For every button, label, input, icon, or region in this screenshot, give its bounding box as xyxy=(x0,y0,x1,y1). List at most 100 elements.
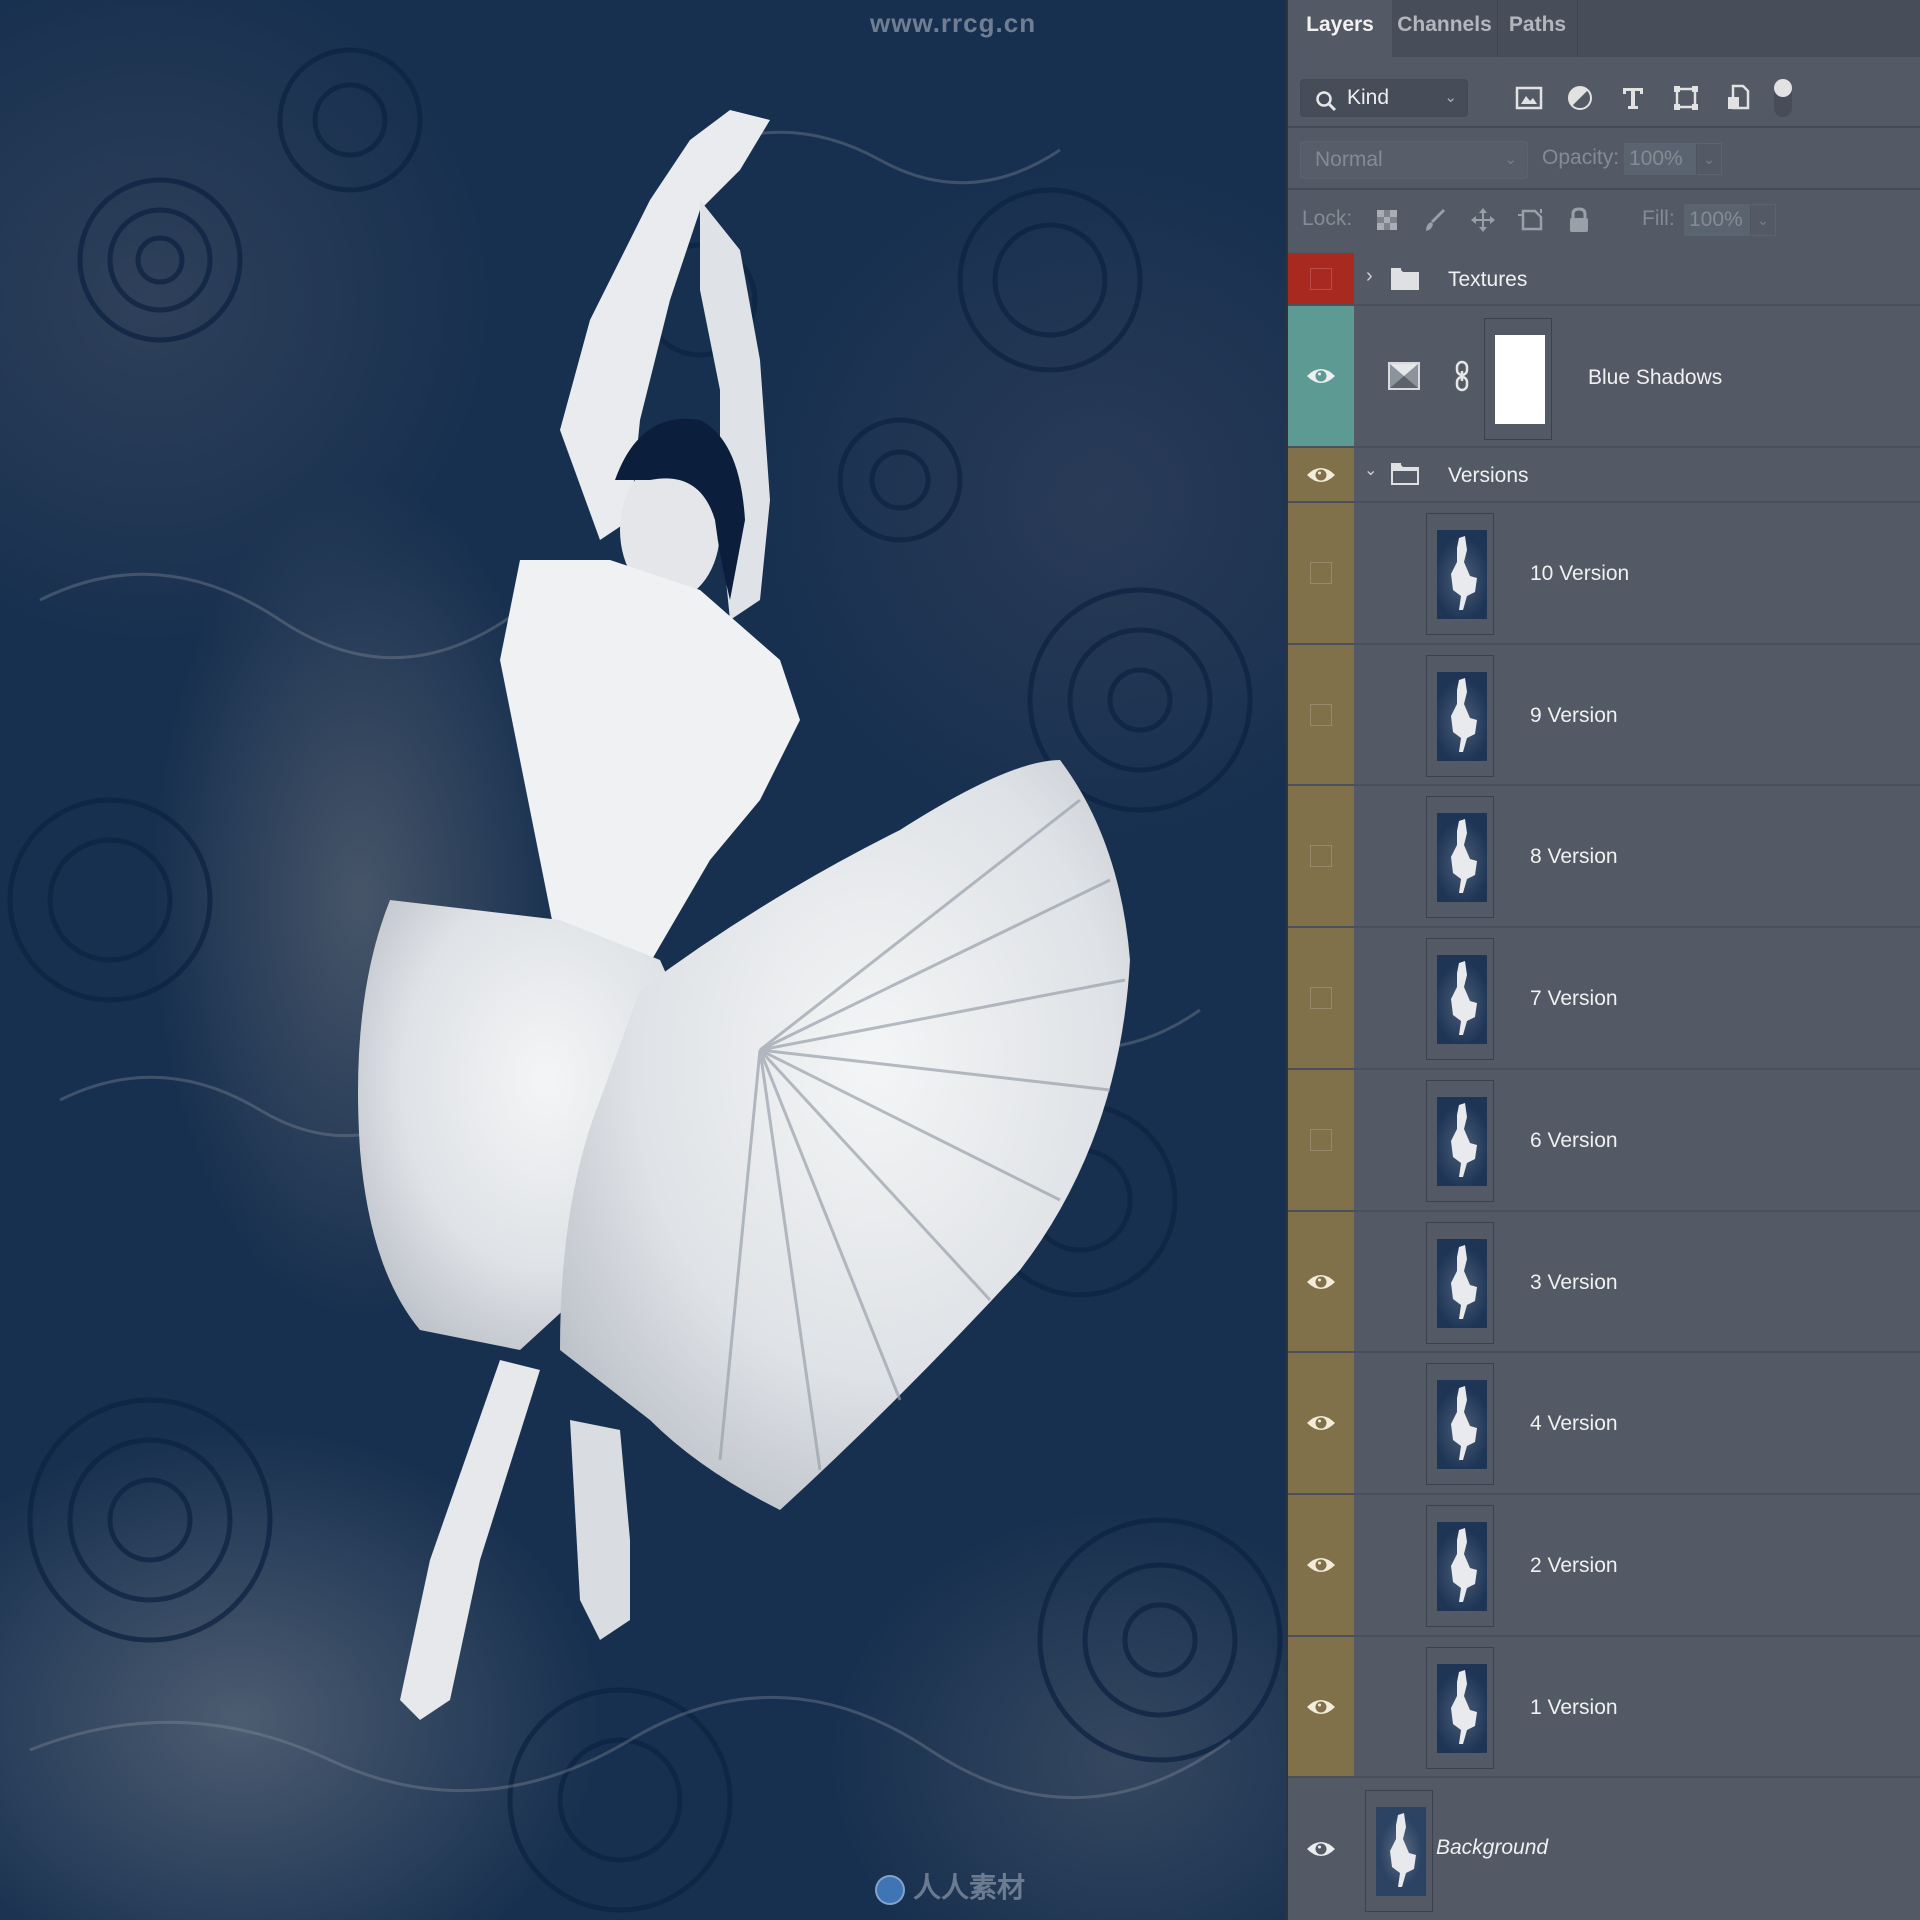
opacity-label: Opacity: xyxy=(1542,146,1620,169)
tab-layers[interactable]: Layers xyxy=(1288,0,1392,57)
layer-name: 9 Version xyxy=(1530,704,1618,727)
thumbnail-image xyxy=(1437,955,1487,1044)
layer-name: 8 Version xyxy=(1530,845,1618,868)
lock-transparent-icon[interactable] xyxy=(1372,205,1402,235)
thumbnail-image xyxy=(1437,1664,1487,1753)
eye-icon xyxy=(1307,1699,1335,1714)
folder-open-icon xyxy=(1390,462,1420,491)
chevron-down-icon: ⌄ xyxy=(1444,89,1457,106)
visibility-toggle[interactable] xyxy=(1288,1070,1354,1210)
watermark-logo: 人人素材 xyxy=(875,1866,1025,1906)
layer-name: 10 Version xyxy=(1530,562,1630,585)
visibility-off-box xyxy=(1310,562,1332,584)
layer-row-version[interactable]: 1 Version xyxy=(1288,1637,1920,1778)
fill-dropdown-button[interactable]: ⌄ xyxy=(1750,204,1776,236)
document-canvas[interactable]: www.rrcg.cn 人人素材 xyxy=(0,0,1286,1920)
layer-name: 2 Version xyxy=(1530,1554,1618,1577)
visibility-toggle[interactable] xyxy=(1288,645,1354,784)
layer-row-blue-shadows[interactable]: Blue Shadows xyxy=(1288,306,1920,448)
visibility-toggle[interactable] xyxy=(1288,1637,1354,1776)
visibility-off-box xyxy=(1310,845,1332,867)
visibility-toggle[interactable] xyxy=(1288,306,1354,446)
thumbnail-image xyxy=(1437,1522,1487,1611)
layer-row-version[interactable]: 4 Version xyxy=(1288,1353,1920,1495)
thumbnail-image xyxy=(1437,1097,1487,1186)
layer-thumbnail xyxy=(1426,796,1494,918)
fill-label: Fill: xyxy=(1642,207,1675,230)
tab-paths[interactable]: Paths xyxy=(1498,0,1578,57)
layer-row-version[interactable]: 8 Version xyxy=(1288,786,1920,928)
visibility-off-box xyxy=(1310,987,1332,1009)
layer-name: 7 Version xyxy=(1530,987,1618,1010)
thumbnail-image xyxy=(1437,813,1487,902)
layer-name: Blue Shadows xyxy=(1588,366,1723,389)
chevron-right-icon[interactable]: › xyxy=(1366,265,1373,288)
lock-position-icon[interactable] xyxy=(1468,205,1498,235)
visibility-toggle[interactable] xyxy=(1288,786,1354,926)
eye-icon xyxy=(1307,369,1335,383)
layers-panel: Layers Channels Paths Kind ⌄ Normal ⌄ Op… xyxy=(1286,0,1920,1920)
layer-row-version[interactable]: 6 Version xyxy=(1288,1070,1920,1212)
layer-name: Textures xyxy=(1448,268,1528,291)
layer-thumbnail xyxy=(1365,1790,1433,1912)
pixel-layer-filter-icon[interactable] xyxy=(1513,82,1545,114)
visibility-off-box xyxy=(1310,703,1332,726)
blend-mode-value: Normal xyxy=(1315,148,1383,171)
watermark-text: 人人素材 xyxy=(913,1872,1026,1903)
layer-row-background[interactable]: Background xyxy=(1288,1778,1920,1920)
layer-row-versions[interactable]: ⌄ Versions xyxy=(1288,448,1920,503)
adjustment-layer-icon xyxy=(1388,362,1420,395)
adjustment-layer-filter-icon[interactable] xyxy=(1564,82,1596,114)
visibility-toggle[interactable] xyxy=(1288,928,1354,1068)
layer-name: 1 Version xyxy=(1530,1696,1618,1719)
layer-thumbnail xyxy=(1426,513,1494,635)
filter-toggle-switch[interactable] xyxy=(1774,79,1792,117)
type-layer-filter-icon[interactable] xyxy=(1617,82,1649,114)
toggle-knob xyxy=(1774,79,1792,97)
eye-icon xyxy=(1307,1842,1335,1856)
fill-input[interactable]: 100% xyxy=(1684,204,1750,236)
visibility-toggle[interactable] xyxy=(1288,253,1354,304)
layer-row-version[interactable]: 9 Version xyxy=(1288,645,1920,786)
lock-all-icon[interactable] xyxy=(1564,205,1594,235)
layer-row-version[interactable]: 2 Version xyxy=(1288,1495,1920,1637)
watermark-url: www.rrcg.cn xyxy=(870,8,1037,38)
layer-thumbnail xyxy=(1426,1647,1494,1769)
layer-row-version[interactable]: 10 Version xyxy=(1288,503,1920,645)
filter-kind-label: Kind xyxy=(1347,86,1390,109)
visibility-toggle[interactable] xyxy=(1288,1353,1354,1493)
link-icon[interactable] xyxy=(1454,360,1470,397)
visibility-toggle[interactable] xyxy=(1288,503,1354,643)
chevron-down-icon[interactable]: ⌄ xyxy=(1364,460,1377,480)
thumbnail-image xyxy=(1437,1239,1487,1328)
chevron-down-icon: ⌄ xyxy=(1504,151,1517,168)
layer-mask-thumbnail[interactable] xyxy=(1484,318,1552,440)
visibility-toggle[interactable] xyxy=(1288,1495,1354,1635)
layer-name: 3 Version xyxy=(1530,1271,1618,1294)
eye-icon xyxy=(1307,1558,1335,1572)
shape-layer-filter-icon[interactable] xyxy=(1670,82,1702,114)
layer-row-version[interactable]: 3 Version xyxy=(1288,1212,1920,1353)
lock-image-pixels-icon[interactable] xyxy=(1420,205,1450,235)
watermark-logo-icon xyxy=(875,1874,905,1905)
divider xyxy=(1288,126,1920,128)
layer-thumbnail xyxy=(1426,1080,1494,1202)
layer-row-version[interactable]: 7 Version xyxy=(1288,928,1920,1070)
visibility-toggle[interactable] xyxy=(1288,448,1354,501)
divider xyxy=(1288,188,1920,190)
layer-name: Versions xyxy=(1448,464,1529,487)
blend-mode-select[interactable]: Normal ⌄ xyxy=(1300,141,1528,179)
opacity-dropdown-button[interactable]: ⌄ xyxy=(1696,143,1722,175)
layer-thumbnail xyxy=(1426,1222,1494,1344)
visibility-toggle[interactable] xyxy=(1288,1778,1354,1920)
thumbnail-image xyxy=(1437,1380,1487,1469)
mask-white-fill xyxy=(1495,335,1545,424)
layer-row-textures[interactable]: › Textures xyxy=(1288,253,1920,306)
filter-kind-select[interactable]: Kind ⌄ xyxy=(1300,79,1468,117)
thumbnail-image xyxy=(1437,530,1487,619)
tab-channels[interactable]: Channels xyxy=(1392,0,1498,57)
visibility-toggle[interactable] xyxy=(1288,1212,1354,1351)
lock-artboard-icon[interactable] xyxy=(1516,205,1546,235)
opacity-input[interactable]: 100% xyxy=(1624,143,1696,175)
smart-object-filter-icon[interactable] xyxy=(1722,82,1754,114)
